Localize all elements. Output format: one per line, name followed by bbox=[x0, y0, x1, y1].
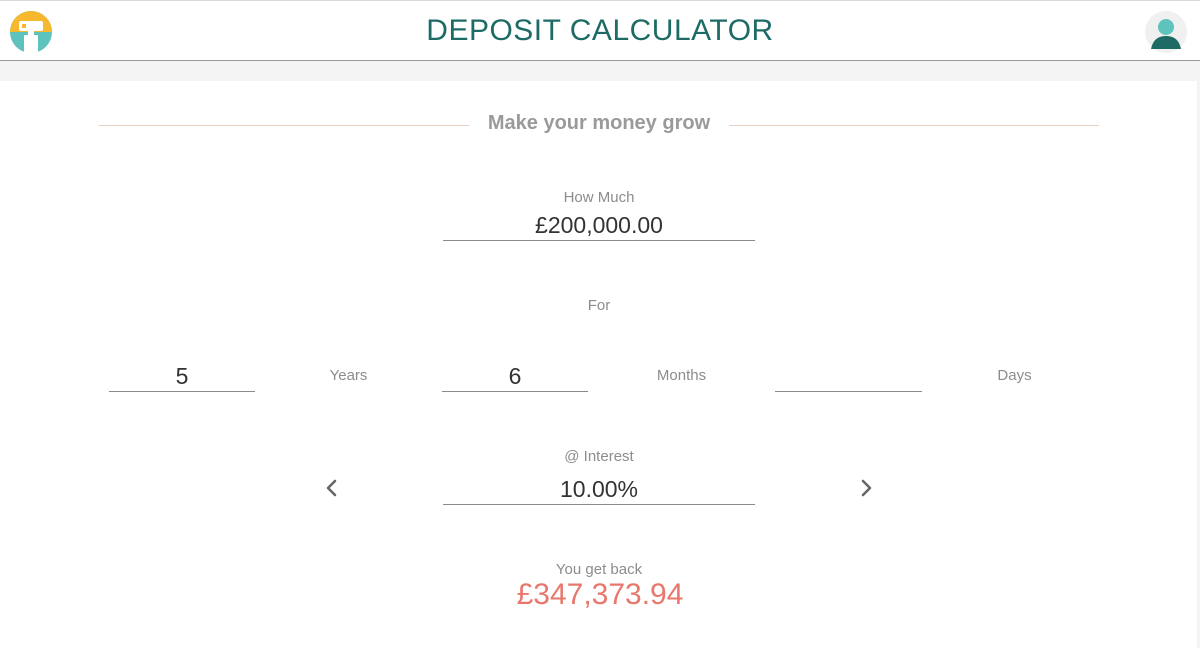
chevron-left-icon[interactable] bbox=[320, 476, 344, 500]
section-title: Make your money grow bbox=[487, 112, 711, 134]
result-label: You get back bbox=[555, 561, 643, 578]
interest-input[interactable] bbox=[443, 475, 755, 505]
days-unit-label: Days bbox=[997, 367, 1032, 384]
months-input[interactable] bbox=[442, 362, 588, 392]
app-title: DEPOSIT CALCULATOR bbox=[426, 14, 774, 47]
amount-label: How Much bbox=[563, 189, 635, 206]
years-input[interactable] bbox=[109, 362, 255, 392]
chevron-right-icon[interactable] bbox=[854, 476, 878, 500]
user-avatar-icon[interactable] bbox=[1145, 11, 1187, 53]
section-heading: Make your money grow bbox=[99, 112, 1099, 140]
app-header: DEPOSIT CALCULATOR bbox=[0, 0, 1200, 61]
months-unit-label: Months bbox=[656, 367, 707, 384]
header-shadow-strip bbox=[0, 61, 1200, 81]
years-unit-label: Years bbox=[329, 367, 368, 384]
result-value: £347,373.94 bbox=[516, 578, 684, 611]
duration-label: For bbox=[587, 297, 611, 314]
days-input[interactable] bbox=[775, 362, 922, 392]
interest-label: @ Interest bbox=[564, 448, 634, 465]
amount-input[interactable] bbox=[443, 211, 755, 241]
